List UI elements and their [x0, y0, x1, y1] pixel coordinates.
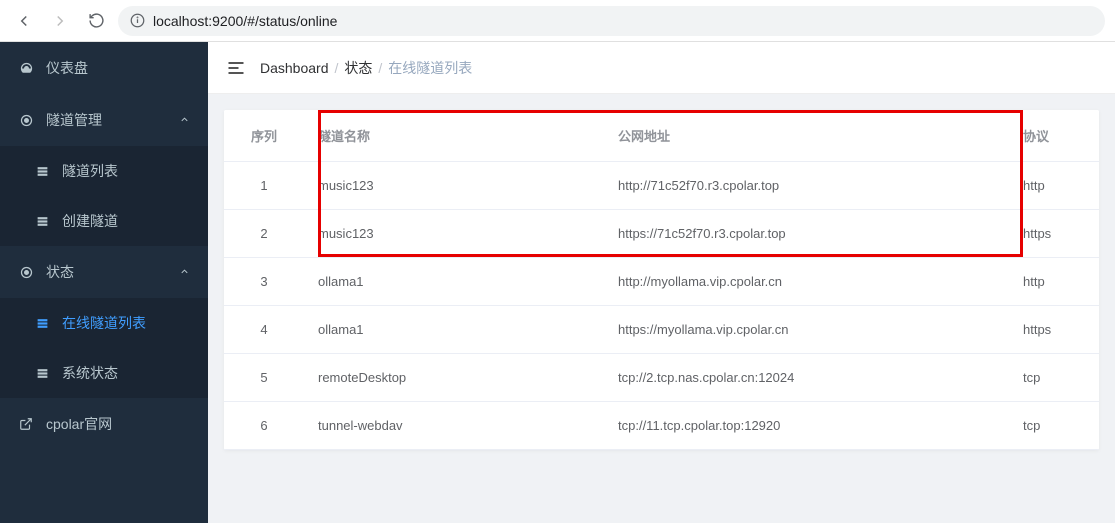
cell-index: 4: [224, 306, 304, 354]
cell-index: 1: [224, 162, 304, 210]
cell-name: music123: [304, 162, 604, 210]
breadcrumb-item[interactable]: 状态: [344, 58, 372, 78]
sidebar-item-label: 在线隧道列表: [62, 313, 146, 333]
sidebar-item-online-tunnels[interactable]: 在线隧道列表: [0, 298, 208, 348]
cell-url: http://myollama.vip.cpolar.cn: [604, 258, 1009, 306]
tunnels-table: 序列 隧道名称 公网地址 协议 1music123http://71c52f70…: [224, 110, 1099, 450]
cell-name: tunnel-webdav: [304, 402, 604, 450]
topbar: Dashboard / 状态 / 在线隧道列表: [208, 42, 1115, 94]
table-panel: 序列 隧道名称 公网地址 协议 1music123http://71c52f70…: [224, 110, 1099, 450]
cell-name: music123: [304, 210, 604, 258]
sidebar-item-tunnel-list[interactable]: 隧道列表: [0, 146, 208, 196]
table-row[interactable]: 4ollama1https://myollama.vip.cpolar.cnht…: [224, 306, 1099, 354]
cell-name: ollama1: [304, 258, 604, 306]
cell-index: 3: [224, 258, 304, 306]
cell-index: 6: [224, 402, 304, 450]
dashboard-icon: [18, 61, 34, 76]
table-header-row: 序列 隧道名称 公网地址 协议: [224, 110, 1099, 162]
browser-toolbar: localhost:9200/#/status/online: [0, 0, 1115, 42]
col-header-proto: 协议: [1009, 110, 1099, 162]
breadcrumb-item[interactable]: Dashboard: [260, 60, 329, 76]
sidebar-item-cpolar-site[interactable]: cpolar官网: [0, 398, 208, 450]
table-row[interactable]: 6tunnel-webdavtcp://11.tcp.cpolar.top:12…: [224, 402, 1099, 450]
chevron-up-icon: [179, 264, 190, 280]
col-header-index: 序列: [224, 110, 304, 162]
cell-index: 2: [224, 210, 304, 258]
site-info-icon[interactable]: [130, 13, 145, 28]
gear-icon: [18, 113, 34, 128]
cell-proto: tcp: [1009, 354, 1099, 402]
reload-button[interactable]: [82, 7, 110, 35]
sidebar-item-system-status[interactable]: 系统状态: [0, 348, 208, 398]
sidebar-item-tunnel-mgmt[interactable]: 隧道管理: [0, 94, 208, 146]
table-row[interactable]: 1music123http://71c52f70.r3.cpolar.topht…: [224, 162, 1099, 210]
url-bar[interactable]: localhost:9200/#/status/online: [118, 6, 1105, 36]
breadcrumb-item: 在线隧道列表: [388, 58, 472, 78]
cell-url: tcp://2.tcp.nas.cpolar.cn:12024: [604, 354, 1009, 402]
table-row[interactable]: 5remoteDesktoptcp://2.tcp.nas.cpolar.cn:…: [224, 354, 1099, 402]
col-header-name: 隧道名称: [304, 110, 604, 162]
cell-url: https://myollama.vip.cpolar.cn: [604, 306, 1009, 354]
url-text: localhost:9200/#/status/online: [153, 13, 337, 29]
sidebar-item-label: 仪表盘: [46, 58, 88, 78]
cell-proto: tcp: [1009, 402, 1099, 450]
external-link-icon: [18, 417, 34, 431]
table-icon: [34, 165, 50, 178]
table-row[interactable]: 3ollama1http://myollama.vip.cpolar.cnhtt…: [224, 258, 1099, 306]
sidebar-item-dashboard[interactable]: 仪表盘: [0, 42, 208, 94]
cell-proto: https: [1009, 210, 1099, 258]
gear-icon: [18, 265, 34, 280]
cell-url: https://71c52f70.r3.cpolar.top: [604, 210, 1009, 258]
breadcrumb-sep: /: [378, 60, 382, 76]
sidebar: 仪表盘 隧道管理 隧道列表 创建隧道: [0, 42, 208, 523]
cell-proto: http: [1009, 258, 1099, 306]
table-icon: [34, 317, 50, 330]
sidebar-item-status[interactable]: 状态: [0, 246, 208, 298]
table-row[interactable]: 2music123https://71c52f70.r3.cpolar.toph…: [224, 210, 1099, 258]
cell-index: 5: [224, 354, 304, 402]
table-icon: [34, 215, 50, 228]
content-area: Dashboard / 状态 / 在线隧道列表 序列 隧道名称 公网地址 协议 …: [208, 42, 1115, 523]
col-header-url: 公网地址: [604, 110, 1009, 162]
cell-proto: http: [1009, 162, 1099, 210]
cell-proto: https: [1009, 306, 1099, 354]
sidebar-item-label: 隧道列表: [62, 161, 118, 181]
forward-button[interactable]: [46, 7, 74, 35]
breadcrumb: Dashboard / 状态 / 在线隧道列表: [260, 58, 472, 78]
sidebar-item-create-tunnel[interactable]: 创建隧道: [0, 196, 208, 246]
cell-name: remoteDesktop: [304, 354, 604, 402]
table-icon: [34, 367, 50, 380]
breadcrumb-sep: /: [335, 60, 339, 76]
chevron-up-icon: [179, 112, 190, 128]
sidebar-item-label: cpolar官网: [46, 414, 112, 434]
cell-url: tcp://11.tcp.cpolar.top:12920: [604, 402, 1009, 450]
cell-url: http://71c52f70.r3.cpolar.top: [604, 162, 1009, 210]
sidebar-item-label: 状态: [46, 262, 74, 282]
cell-name: ollama1: [304, 306, 604, 354]
back-button[interactable]: [10, 7, 38, 35]
hamburger-icon[interactable]: [226, 58, 246, 78]
sidebar-item-label: 创建隧道: [62, 211, 118, 231]
sidebar-item-label: 隧道管理: [46, 110, 102, 130]
sidebar-item-label: 系统状态: [62, 363, 118, 383]
